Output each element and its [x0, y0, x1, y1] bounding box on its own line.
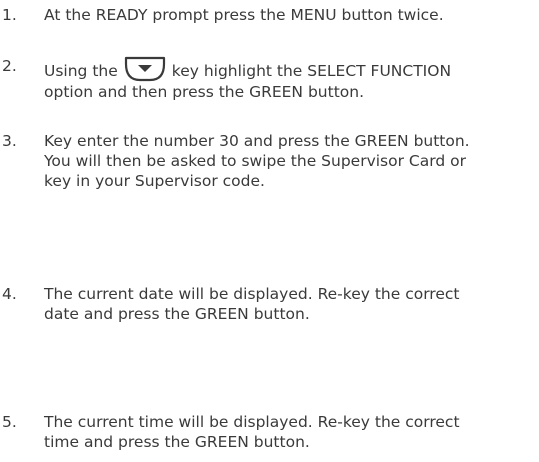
step-line: option and then press the GREEN button.	[44, 83, 365, 101]
step-text: Key enter the number 30 and press the GR…	[44, 131, 539, 191]
step-text: Using the key highlight the SELECT FUNCT…	[44, 56, 539, 102]
step-line: Using the key highlight the SELECT FUNCT…	[44, 56, 539, 82]
step-text: At the READY prompt press the MENU butto…	[44, 5, 539, 25]
step-line: key in your Supervisor code.	[44, 172, 265, 190]
step-number: 5.	[2, 413, 17, 431]
step-line: The current time will be displayed. Re-k…	[44, 413, 460, 431]
step-line: At the READY prompt press the MENU butto…	[44, 6, 444, 24]
step-line: date and press the GREEN button.	[44, 305, 310, 323]
step-line: time and press the GREEN button.	[44, 433, 310, 451]
step-number: 4.	[2, 285, 17, 303]
step-number: 1.	[2, 6, 17, 24]
step-line-after-icon: key highlight the SELECT FUNCTION	[171, 62, 452, 80]
step-line: Key enter the number 30 and press the GR…	[44, 132, 470, 150]
step-number: 3.	[2, 132, 17, 150]
step-text: The current time will be displayed. Re-k…	[44, 412, 539, 452]
step-line: The current date will be displayed. Re-k…	[44, 285, 460, 303]
down-arrow-key-icon	[124, 56, 166, 82]
step-text: The current date will be displayed. Re-k…	[44, 284, 539, 324]
step-line-before-icon: Using the	[44, 62, 118, 80]
step-line: You will then be asked to swipe the Supe…	[44, 152, 466, 170]
step-number: 2.	[2, 57, 17, 75]
